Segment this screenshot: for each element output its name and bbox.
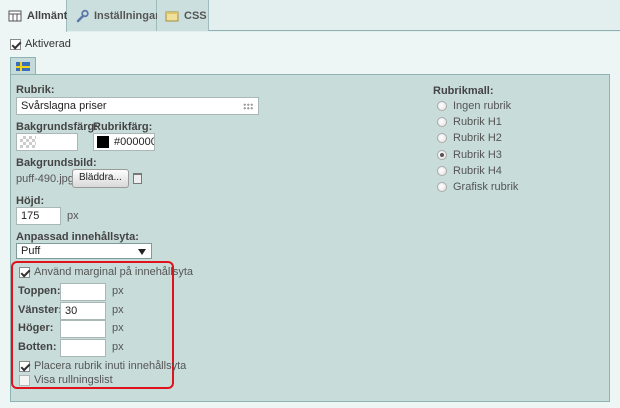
hojd-label: Höjd: bbox=[16, 195, 45, 207]
radio-label: Rubrik H1 bbox=[453, 116, 502, 128]
bakgrundsfarg-label: Bakgrundsfärg: bbox=[16, 121, 98, 133]
marginal-row[interactable]: Använd marginal på innehållsyta bbox=[19, 266, 193, 278]
radio-rubrik-h1[interactable] bbox=[437, 117, 447, 127]
vanster-unit: px bbox=[112, 304, 124, 316]
tab-label: Allmänt bbox=[27, 10, 68, 22]
tab-label: CSS bbox=[184, 9, 207, 22]
radio-label: Ingen rubrik bbox=[453, 100, 512, 112]
anpassad-label: Anpassad innehållsyta: bbox=[16, 231, 139, 243]
hoger-input[interactable] bbox=[60, 320, 106, 338]
toppen-unit: px bbox=[112, 285, 124, 297]
tab-allmant[interactable]: Allmänt bbox=[0, 0, 67, 32]
radio-rubrik-h4[interactable] bbox=[437, 166, 447, 176]
browse-button[interactable]: Bläddra... bbox=[72, 169, 129, 188]
hojd-value: 175 bbox=[21, 210, 40, 222]
aktiverad-label: Aktiverad bbox=[25, 38, 71, 50]
rullningslist-checkbox[interactable] bbox=[19, 374, 30, 386]
radio-label: Rubrik H4 bbox=[453, 165, 502, 177]
swedish-flag-icon bbox=[16, 62, 30, 71]
language-tab-sv[interactable] bbox=[10, 57, 36, 75]
drag-grip-icon bbox=[243, 103, 253, 110]
settings-panel: Rubrik: Svårslagna priser Bakgrundsfärg:… bbox=[10, 74, 610, 402]
transparent-swatch-icon bbox=[20, 136, 36, 148]
rubrik-value: Svårslagna priser bbox=[21, 100, 107, 112]
css-icon bbox=[165, 9, 179, 23]
hoger-unit: px bbox=[112, 322, 124, 334]
toppen-label: Toppen: bbox=[18, 285, 61, 297]
botten-input[interactable] bbox=[60, 339, 106, 357]
marginal-checkbox[interactable] bbox=[19, 266, 30, 278]
bakgrundsbild-label: Bakgrundsbild: bbox=[16, 157, 97, 169]
rubrikfarg-picker[interactable]: #000000 bbox=[93, 133, 155, 151]
radio-rubrik-h3[interactable] bbox=[437, 150, 447, 160]
anpassad-select[interactable]: Puff bbox=[16, 243, 152, 259]
tab-installningar[interactable]: Inställningar bbox=[67, 0, 160, 31]
rubrikmall-label: Rubrikmall: bbox=[433, 85, 494, 97]
radio-rubrik-h2[interactable] bbox=[437, 133, 447, 143]
placera-row[interactable]: Placera rubrik inuti innehållsyta bbox=[19, 360, 186, 372]
botten-unit: px bbox=[112, 341, 124, 353]
vanster-label: Vänster: bbox=[18, 304, 63, 316]
placera-label: Placera rubrik inuti innehållsyta bbox=[34, 360, 187, 372]
rullningslist-row[interactable]: Visa rullningslist bbox=[19, 374, 113, 386]
radio-grafisk-rubrik[interactable] bbox=[437, 182, 447, 192]
tab-bar: Allmänt Inställningar CSS bbox=[0, 0, 620, 32]
tab-content: Aktiverad Rubrik: Svårslagna priser Bakg… bbox=[0, 32, 620, 408]
hoger-label: Höger: bbox=[18, 322, 54, 334]
botten-label: Botten: bbox=[18, 341, 57, 353]
radio-label: Grafisk rubrik bbox=[453, 181, 519, 193]
tab-label: Inställningar bbox=[94, 9, 160, 22]
toppen-input[interactable] bbox=[60, 283, 106, 301]
hojd-unit: px bbox=[67, 210, 79, 222]
aktiverad-row[interactable]: Aktiverad bbox=[10, 38, 71, 50]
radio-label: Rubrik H3 bbox=[453, 149, 502, 161]
vanster-value: 30 bbox=[65, 305, 78, 317]
rubrikfarg-value: #000000 bbox=[114, 136, 155, 148]
vanster-input[interactable]: 30 bbox=[60, 302, 106, 320]
wrench-icon bbox=[75, 9, 89, 23]
rubrik-label: Rubrik: bbox=[16, 84, 55, 96]
tab-css[interactable]: CSS bbox=[157, 0, 209, 31]
hojd-input[interactable]: 175 bbox=[16, 207, 61, 225]
anpassad-selected: Puff bbox=[21, 245, 41, 257]
placera-checkbox[interactable] bbox=[19, 360, 30, 372]
radio-label: Rubrik H2 bbox=[453, 132, 502, 144]
marginal-label: Använd marginal på innehållsyta bbox=[34, 266, 193, 278]
bakgrundsbild-filename: puff-490.jpg bbox=[16, 173, 74, 185]
dropdown-arrow-icon bbox=[138, 249, 146, 255]
grid-icon bbox=[8, 9, 22, 23]
aktiverad-checkbox[interactable] bbox=[10, 38, 21, 50]
bakgrundsfarg-picker[interactable] bbox=[16, 133, 78, 151]
radio-ingen-rubrik[interactable] bbox=[437, 101, 447, 111]
trash-icon[interactable] bbox=[133, 173, 142, 184]
rullningslist-label: Visa rullningslist bbox=[34, 374, 113, 386]
black-swatch-icon bbox=[97, 136, 109, 148]
rubrik-input[interactable]: Svårslagna priser bbox=[16, 97, 259, 115]
rubrikfarg-label: Rubrikfärg: bbox=[93, 121, 153, 133]
